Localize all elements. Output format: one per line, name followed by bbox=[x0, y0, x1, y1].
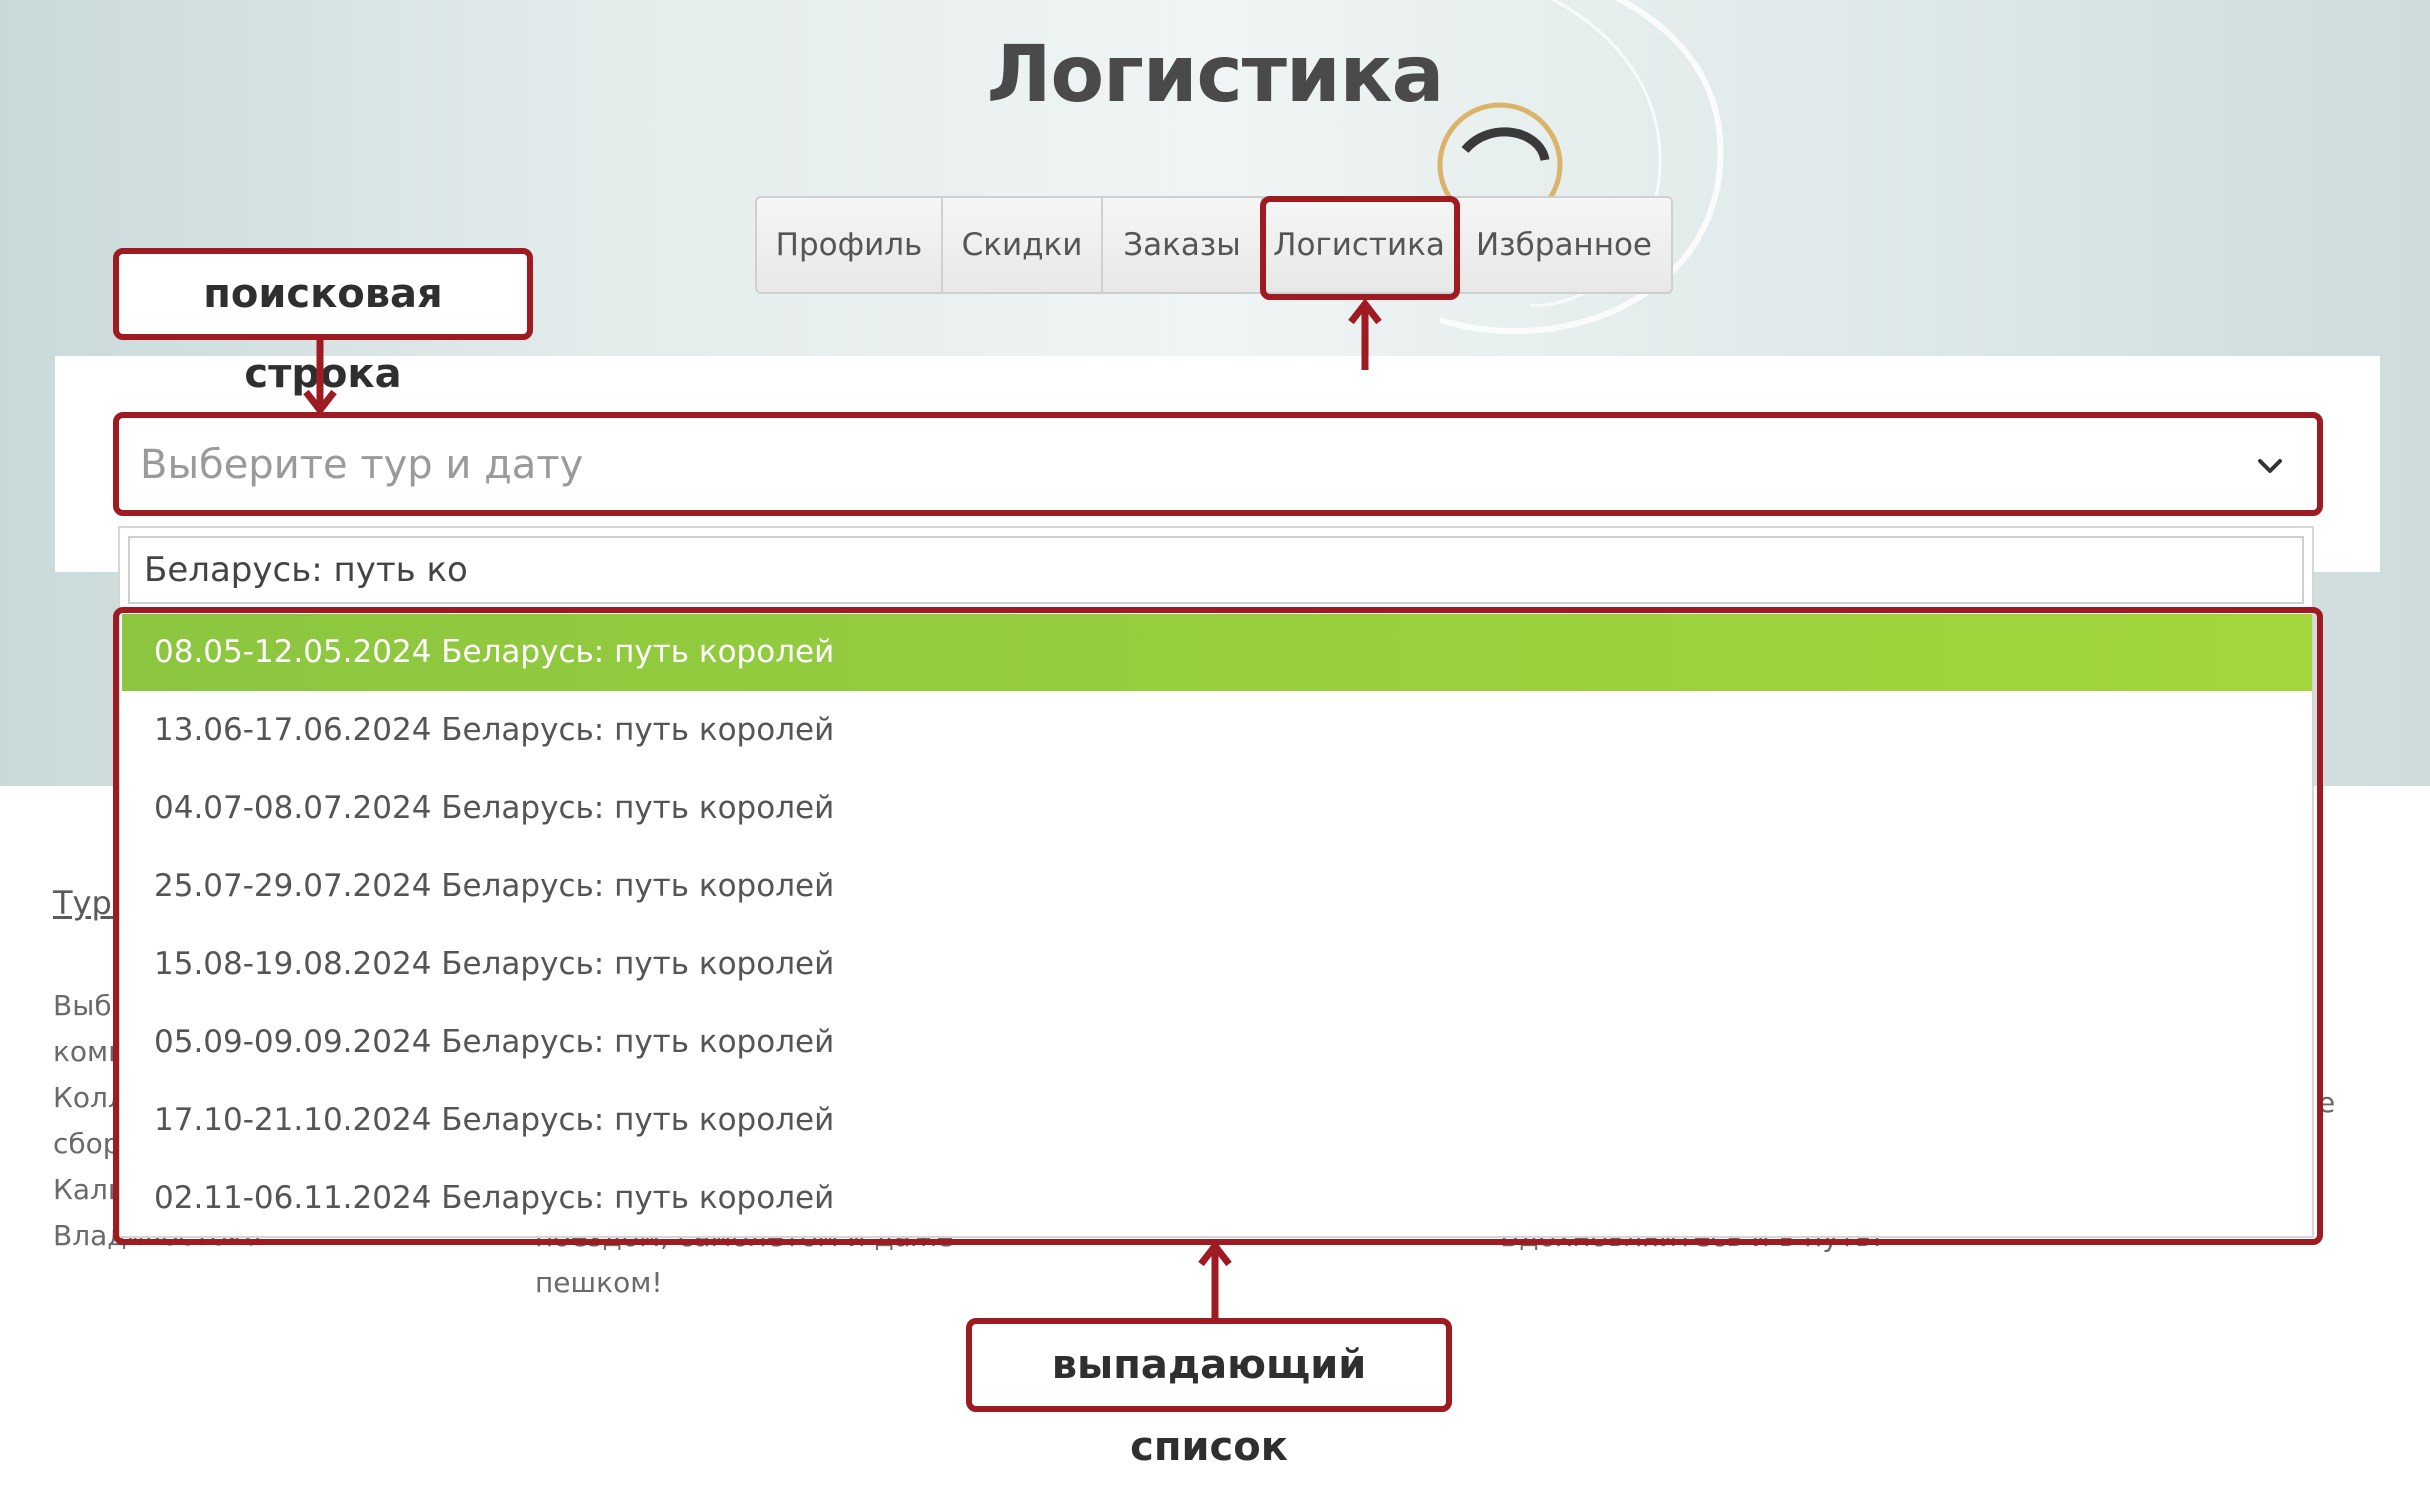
search-bar-annotation: поисковая строка bbox=[113, 248, 533, 397]
page-title: Логистика bbox=[986, 30, 1444, 120]
tab-profile[interactable]: Профиль bbox=[757, 198, 943, 292]
dropdown-annotation: выпадающий список bbox=[966, 1318, 1452, 1470]
arrow-up-icon bbox=[1348, 300, 1382, 370]
dropdown-search-input[interactable]: Беларусь: путь ко bbox=[128, 536, 2304, 604]
tab-favorites[interactable]: Избранное bbox=[1457, 198, 1671, 292]
tab-orders[interactable]: Заказы bbox=[1103, 198, 1263, 292]
profile-tabs: Профиль Скидки Заказы Логистика Избранно… bbox=[755, 196, 1673, 294]
search-bar-highlight bbox=[113, 412, 2323, 516]
tab-discounts[interactable]: Скидки bbox=[943, 198, 1103, 292]
arrow-down-icon bbox=[303, 338, 337, 416]
dropdown-list-highlight bbox=[113, 607, 2323, 1245]
arrow-up-icon bbox=[1198, 1242, 1232, 1320]
bg-text-line: пешком! bbox=[535, 1266, 663, 1299]
logistics-tab-highlight bbox=[1260, 196, 1460, 300]
